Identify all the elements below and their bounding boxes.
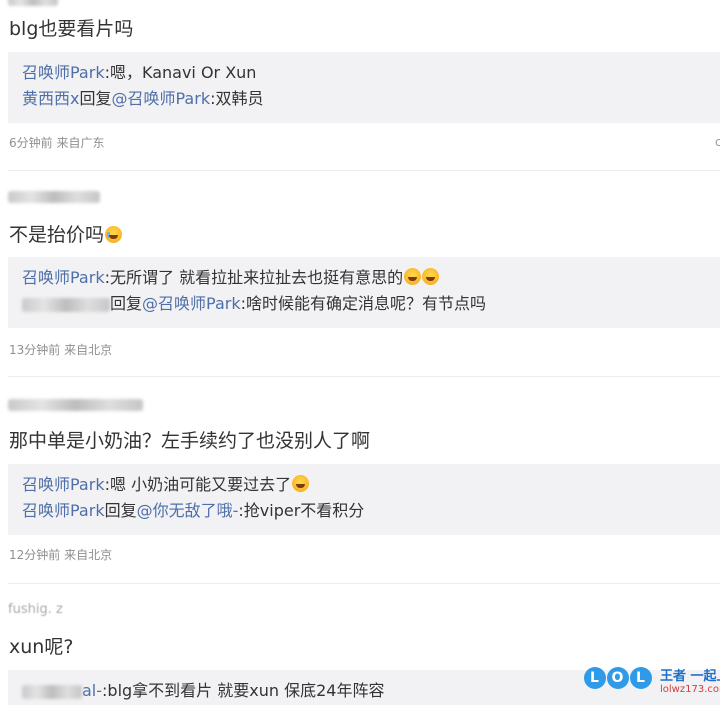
- reply-author-blurred[interactable]: [22, 684, 82, 699]
- comment-username-blurred[interactable]: [8, 397, 143, 413]
- grin-emoji-icon: [422, 268, 440, 285]
- comment-meta: 6分钟前 来自广东: [9, 136, 105, 150]
- reply-mention-link[interactable]: @召唤师Park: [142, 294, 241, 313]
- reply-author-link[interactable]: 召唤师Park: [22, 268, 105, 287]
- comment-meta: 13分钟前 来自北京: [9, 343, 113, 357]
- reply-item: 召唤师Park:无所谓了 就看拉扯来拉扯去也挺有意思的: [22, 267, 440, 289]
- comment-feed: blg也要看片吗 召唤师Park:嗯，Kanavi Or Xun 黄西西x回复@…: [0, 0, 720, 705]
- reply-item: 回复@召唤师Park:啥时候能有确定消息呢？有节点吗: [22, 293, 486, 315]
- reply-author-blurred[interactable]: [22, 297, 110, 312]
- reply-author-link[interactable]: 召唤师Park: [22, 475, 105, 494]
- reply-author-link[interactable]: 召唤师Park: [22, 63, 105, 82]
- comment-username-blurred[interactable]: [8, 189, 100, 205]
- reply-text: 啥时候能有确定消息呢？有节点吗: [246, 294, 487, 313]
- crying-laugh-emoji-icon: [105, 226, 123, 243]
- reply-item: 召唤师Park:嗯，Kanavi Or Xun: [22, 63, 257, 82]
- grin-emoji-icon: [292, 475, 310, 492]
- reply-author-link[interactable]: 黄西西x: [22, 89, 79, 108]
- comment-content: 那中单是小奶油？左手续约了也没别人了啊: [9, 430, 371, 452]
- comment-content: blg也要看片吗: [9, 18, 134, 40]
- reply-text: 无所谓了 就看拉扯来拉扯去也挺有意思的: [109, 268, 404, 287]
- watermark-title: 王者 一起上: [660, 669, 720, 684]
- reply-list: 召唤师Park:嗯 小奶油可能又要过去了 召唤师Park回复@你无敌了哦-:抢v…: [8, 464, 720, 535]
- comment-username-blurred[interactable]: [8, 0, 58, 8]
- reply-text: 嗯 小奶油可能又要过去了: [109, 475, 292, 494]
- reply-text: 嗯，Kanavi Or Xun: [109, 63, 257, 82]
- comment-content: xun呢?: [9, 636, 74, 658]
- divider: [8, 170, 720, 171]
- reply-item: 召唤师Park回复@你无敌了哦-:抢viper不看积分: [22, 501, 365, 520]
- reply-text: 抢viper不看积分: [243, 501, 365, 520]
- comment-content: 不是抬价吗: [9, 222, 123, 248]
- grin-emoji-icon: [404, 268, 422, 285]
- reply-mention-link[interactable]: @召唤师Park: [112, 89, 211, 108]
- divider: [8, 583, 720, 584]
- reply-text: blg拿不到看片 就要xun 保底24年阵容: [107, 681, 385, 700]
- overflow-edge-glyph: c: [715, 135, 720, 149]
- reply-list: 召唤师Park:嗯，Kanavi Or Xun 黄西西x回复@召唤师Park:双…: [8, 52, 720, 123]
- divider: [8, 376, 720, 377]
- comment-username[interactable]: fushig. z: [8, 602, 63, 618]
- reply-item: 黄西西x回复@召唤师Park:双韩员: [22, 89, 264, 108]
- reply-item: al-:blg拿不到看片 就要xun 保底24年阵容: [22, 680, 384, 702]
- reply-author-link[interactable]: 召唤师Park: [22, 501, 105, 520]
- lol-logo: LOL: [584, 667, 652, 689]
- reply-list: 召唤师Park:无所谓了 就看拉扯来拉扯去也挺有意思的 回复@召唤师Park:啥…: [8, 257, 720, 328]
- comment-meta: 12分钟前 来自北京: [9, 548, 113, 562]
- reply-text: 双韩员: [215, 89, 264, 108]
- site-watermark-logo: LOL 王者 一起上 lolwz173.com: [584, 665, 720, 701]
- reply-item: 召唤师Park:嗯 小奶油可能又要过去了: [22, 474, 310, 496]
- watermark-url: lolwz173.com: [660, 684, 720, 695]
- reply-mention-link[interactable]: @你无敌了哦-: [137, 501, 239, 520]
